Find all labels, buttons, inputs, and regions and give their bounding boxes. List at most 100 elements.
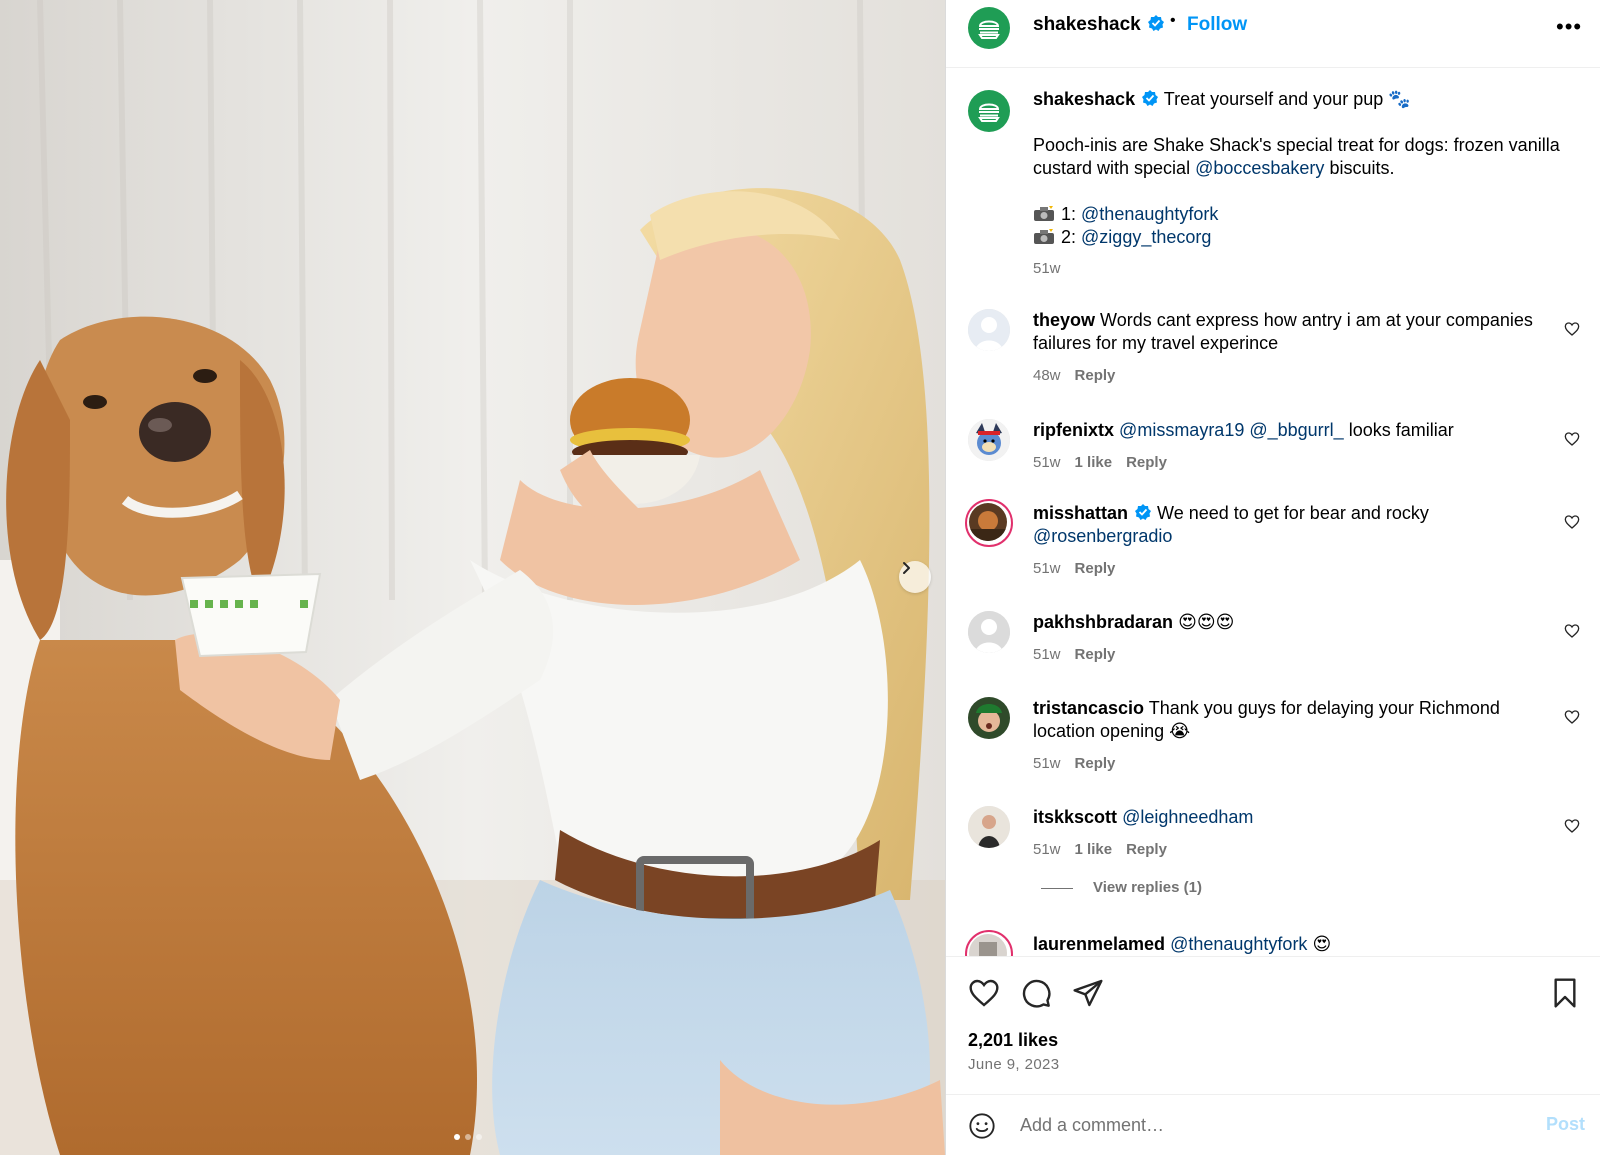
like-heart-icon[interactable] — [968, 977, 1000, 1009]
like-comment-heart-icon[interactable] — [1564, 623, 1580, 639]
mention-link[interactable]: @thenaughtyfork — [1081, 204, 1218, 224]
comment-body: laurenmelamed @thenaughtyfork 😍 — [1033, 933, 1553, 956]
like-comment-heart-icon[interactable] — [1564, 514, 1580, 530]
commenter-avatar-story-ring[interactable] — [965, 499, 1013, 547]
comment-body: ripfenixtx @missmayra19 @_bbgurrl_ looks… — [1033, 419, 1553, 474]
commenter-avatar[interactable] — [968, 806, 1010, 848]
comment-body: misshattan We need to get for bear and r… — [1033, 502, 1553, 580]
caption-timestamp: 51w — [1033, 260, 1061, 277]
comment-body: theyow Words cant express how antry i am… — [1033, 309, 1553, 387]
more-options-icon[interactable]: ••• — [1556, 14, 1582, 40]
mention-link[interactable]: @ziggy_thecorg — [1081, 227, 1211, 247]
commenter-username[interactable]: pakhshbradaran — [1033, 612, 1173, 632]
add-comment-bar: Post — [946, 1094, 1600, 1155]
caption-body-end: biscuits. — [1329, 158, 1395, 178]
carousel-dot — [476, 1134, 482, 1140]
shakeshack-avatar[interactable] — [968, 7, 1010, 49]
default-avatar-icon — [968, 611, 1010, 653]
comment-text: We need to get for bear and rocky — [1157, 503, 1429, 523]
camera-flash-icon — [1034, 229, 1054, 244]
default-avatar-icon — [968, 309, 1010, 351]
mention-link[interactable]: @thenaughtyfork — [1170, 934, 1307, 954]
mention-link[interactable]: @_bbgurrl_ — [1249, 420, 1343, 440]
username-text: shakeshack — [1033, 14, 1141, 35]
reply-button[interactable]: Reply — [1126, 454, 1167, 471]
commenter-username[interactable]: theyow — [1033, 310, 1095, 330]
like-comment-heart-icon[interactable] — [1564, 431, 1580, 447]
photo-avatar — [969, 503, 1007, 541]
post-header: shakeshack • Follow ••• — [946, 0, 1600, 68]
photo-avatar — [968, 806, 1010, 848]
credit-2-prefix: 2: — [1061, 227, 1077, 247]
caption-username[interactable]: shakeshack — [1033, 89, 1135, 109]
post-photo — [0, 0, 945, 1155]
comments-scroll-area[interactable]: shakeshack Treat yourself and your pup 🐾… — [946, 69, 1600, 956]
burger-logo-icon — [978, 103, 1000, 122]
comment-like-count[interactable]: 1 like — [1075, 454, 1113, 471]
credit-1-prefix: 1: — [1061, 204, 1077, 224]
next-photo-button[interactable] — [899, 561, 931, 593]
commenter-username[interactable]: ripfenixtx — [1033, 420, 1114, 440]
mention-link[interactable]: @leighneedham — [1122, 807, 1253, 827]
comment-time: 51w — [1033, 755, 1061, 772]
verified-badge-icon — [1135, 504, 1152, 520]
save-bookmark-icon[interactable] — [1551, 977, 1579, 1009]
caption-text: shakeshack Treat yourself and your pup 🐾… — [1033, 88, 1583, 280]
comment-time: 51w — [1033, 841, 1061, 858]
comment-body: tristancascio Thank you guys for delayin… — [1033, 697, 1553, 775]
like-comment-heart-icon[interactable] — [1564, 818, 1580, 834]
commenter-username[interactable]: itskkscott — [1033, 807, 1117, 827]
commenter-avatar-story-ring[interactable] — [965, 930, 1013, 956]
view-replies-line — [1041, 887, 1073, 889]
mention-link[interactable]: @boccesbakery — [1195, 158, 1324, 178]
carousel-dot — [454, 1134, 460, 1140]
commenter-username[interactable]: misshattan — [1033, 503, 1128, 523]
carousel-dot — [465, 1134, 471, 1140]
comment-time: 51w — [1033, 454, 1061, 471]
likes-count[interactable]: 2,201 likes — [968, 1030, 1058, 1051]
photo-illustration — [0, 0, 945, 1155]
comment-input[interactable] — [1020, 1109, 1500, 1141]
reply-button[interactable]: Reply — [1075, 755, 1116, 772]
comment-like-count[interactable]: 1 like — [1075, 841, 1113, 858]
verified-badge-icon — [1147, 15, 1164, 31]
commenter-avatar[interactable] — [968, 419, 1010, 461]
view-replies-button[interactable]: View replies (1) — [1041, 879, 1202, 896]
like-comment-heart-icon[interactable] — [1564, 709, 1580, 725]
post-comment-button[interactable]: Post — [1546, 1114, 1585, 1135]
caption-headline: Treat yourself and your pup 🐾 — [1163, 89, 1411, 109]
comment-text: 😍😍😍 — [1178, 612, 1235, 632]
caption-avatar[interactable] — [968, 90, 1010, 132]
view-replies-label: View replies (1) — [1093, 879, 1202, 896]
commenter-avatar[interactable] — [968, 697, 1010, 739]
post-actions: 2,201 likes June 9, 2023 — [946, 956, 1600, 1074]
reply-button[interactable]: Reply — [1075, 646, 1116, 663]
share-paper-plane-icon[interactable] — [1072, 977, 1104, 1009]
post-author-username[interactable]: shakeshack — [1033, 14, 1165, 36]
reply-button[interactable]: Reply — [1075, 560, 1116, 577]
comment-text: 😍 — [1312, 934, 1332, 954]
comment-bubble-icon[interactable] — [1020, 977, 1052, 1009]
comment-time: 51w — [1033, 646, 1061, 663]
commenter-username[interactable]: laurenmelamed — [1033, 934, 1165, 954]
reply-button[interactable]: Reply — [1126, 841, 1167, 858]
reply-button[interactable]: Reply — [1075, 367, 1116, 384]
photo-avatar — [969, 934, 1007, 956]
header-separator: • — [1170, 12, 1176, 29]
comment-text: looks familiar — [1348, 420, 1454, 440]
post-side-panel: shakeshack • Follow ••• shakeshack Treat… — [945, 0, 1600, 1155]
comment-time: 48w — [1033, 367, 1061, 384]
like-comment-heart-icon[interactable] — [1564, 321, 1580, 337]
commenter-avatar[interactable] — [968, 611, 1010, 653]
commenter-username[interactable]: tristancascio — [1033, 698, 1144, 718]
post-date: June 9, 2023 — [968, 1056, 1060, 1073]
comment-text: Words cant express how antry i am at you… — [1033, 310, 1533, 353]
verified-badge-icon — [1142, 90, 1159, 106]
mention-link[interactable]: @rosenbergradio — [1033, 526, 1172, 546]
follow-button[interactable]: Follow — [1187, 14, 1247, 36]
commenter-avatar[interactable] — [968, 309, 1010, 351]
camera-flash-icon — [1034, 206, 1054, 221]
emoji-smiley-icon[interactable] — [968, 1112, 996, 1140]
chevron-right-icon — [903, 562, 910, 574]
mention-link[interactable]: @missmayra19 — [1119, 420, 1244, 440]
